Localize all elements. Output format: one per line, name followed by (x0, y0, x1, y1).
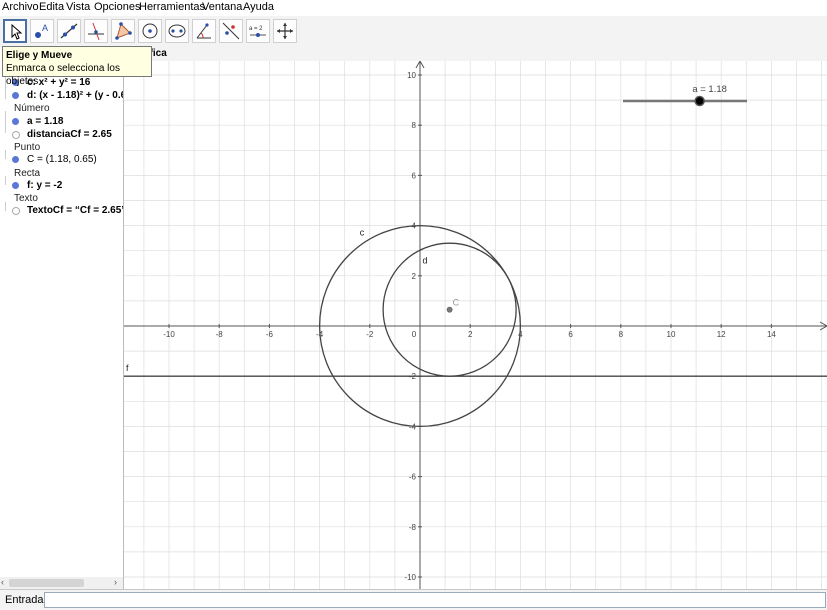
input-bar: Entrada: (0, 589, 827, 610)
tool-tooltip: Elige y Mueve Enmarca o selecciona los o… (2, 46, 152, 87)
y-tick-label: -8 (409, 523, 417, 532)
toolbar: A a = 2 (0, 16, 827, 48)
line-f-label: f (126, 363, 129, 373)
circle-c-label: c (360, 228, 365, 238)
slider-label: a = 1.18 (692, 84, 727, 95)
angle-tool-button[interactable] (192, 19, 216, 43)
svg-text:A: A (42, 23, 48, 33)
algebra-view: c: x² + y² = 16 d: (x - 1.18)² + (y - 0.… (0, 47, 124, 589)
tree-line (5, 111, 6, 133)
move-view-tool-button[interactable] (273, 19, 297, 43)
x-tick-label: 6 (568, 330, 573, 339)
line-tool-button[interactable] (57, 19, 81, 43)
tooltip-text: Enmarca o selecciona los objetos (6, 63, 120, 87)
circle-icon (142, 23, 158, 39)
scrollbar-thumb[interactable] (9, 579, 84, 587)
visibility-dot[interactable] (12, 182, 19, 189)
cursor-arrow-icon (11, 23, 23, 40)
y-tick-label: 8 (412, 121, 417, 130)
y-tick-label: -6 (409, 473, 417, 482)
x-tick-label: 8 (619, 330, 624, 339)
reflect-tool-button[interactable] (219, 19, 243, 43)
tree-line (5, 150, 6, 159)
tree-line (5, 202, 6, 211)
polygon-tool-button[interactable] (111, 19, 135, 43)
menu-bar: Archivo Edita Vista Opciones Herramienta… (0, 0, 827, 16)
x-tick-label: 14 (767, 330, 776, 339)
algebra-item-textocf[interactable]: TextoCf = “Cf = 2.65” (27, 205, 123, 216)
x-tick-label: 12 (717, 330, 726, 339)
slider-icon: a = 2 (249, 26, 266, 37)
x-tick-label: -8 (216, 330, 224, 339)
input-field[interactable] (44, 592, 826, 608)
move-tool-button[interactable] (3, 19, 27, 43)
menu-ventana[interactable]: Ventana (202, 1, 242, 13)
algebra-item-a[interactable]: a = 1.18 (27, 116, 63, 127)
y-tick-label: -10 (404, 573, 416, 582)
x-tick-label: 2 (468, 330, 473, 339)
x-tick-label: -10 (163, 330, 175, 339)
x-tick-label: 0 (412, 330, 417, 339)
menu-ayuda[interactable]: Ayuda (243, 1, 274, 13)
algebra-category-texto[interactable]: Texto (14, 193, 38, 204)
slider-knob[interactable] (694, 95, 705, 107)
point-icon: A (35, 23, 48, 38)
input-label: Entrada: (5, 594, 47, 606)
move-arrows-icon (277, 23, 293, 39)
algebra-item-f[interactable]: f: y = -2 (27, 180, 62, 191)
algebra-category-numero[interactable]: Número (14, 103, 50, 114)
line-icon (60, 23, 78, 39)
slider-tool-button[interactable]: a = 2 (246, 19, 270, 43)
menu-opciones[interactable]: Opciones (94, 1, 140, 13)
x-tick-label: -2 (366, 330, 374, 339)
algebra-item-point-c[interactable]: C = (1.18, 0.65) (27, 154, 97, 165)
y-tick-label: 2 (412, 272, 417, 281)
algebra-item-d[interactable]: d: (x - 1.18)² + (y - 0.6 (27, 90, 123, 101)
tooltip-title: Elige y Mueve (6, 50, 73, 61)
visibility-dot[interactable] (12, 156, 19, 163)
menu-edita[interactable]: Edita (39, 1, 64, 13)
polygon-icon (115, 22, 132, 40)
algebra-horizontal-scrollbar[interactable]: ‹ › (0, 577, 123, 589)
menu-vista[interactable]: Vista (66, 1, 90, 13)
perpendicular-tool-button[interactable] (84, 19, 108, 43)
perpendicular-icon (88, 22, 104, 41)
algebra-item-distanciacf[interactable]: distanciaCf = 2.65 (27, 129, 112, 140)
y-tick-label: 6 (412, 171, 417, 180)
x-tick-label: 10 (667, 330, 676, 339)
tree-line (5, 176, 6, 185)
menu-archivo[interactable]: Archivo (2, 1, 39, 13)
svg-text:a = 2: a = 2 (249, 26, 263, 32)
visibility-dot-hidden[interactable] (12, 207, 20, 215)
x-tick-label: -6 (266, 330, 274, 339)
point-c-label: C (453, 298, 460, 308)
algebra-category-punto[interactable]: Punto (14, 142, 40, 153)
conic-tool-button[interactable] (165, 19, 189, 43)
scroll-left-icon[interactable]: ‹ (1, 577, 4, 587)
visibility-dot[interactable] (12, 92, 19, 99)
graphics-view[interactable]: -10-8-6-4-202468101214-10-8-6-4-2246810f… (124, 59, 827, 589)
scroll-right-icon[interactable]: › (114, 577, 117, 587)
reflect-icon (222, 22, 240, 40)
point-c (446, 306, 453, 313)
ellipse-icon (168, 24, 186, 38)
visibility-dot-hidden[interactable] (12, 131, 20, 139)
y-tick-label: 10 (407, 71, 416, 80)
algebra-category-recta[interactable]: Recta (14, 168, 40, 179)
circle-tool-button[interactable] (138, 19, 162, 43)
graphics-canvas[interactable]: -10-8-6-4-202468101214-10-8-6-4-2246810f… (124, 59, 827, 589)
point-tool-button[interactable]: A (30, 19, 54, 43)
visibility-dot[interactable] (12, 118, 19, 125)
menu-herramientas[interactable]: Herramientas (139, 1, 205, 13)
graphics-view-title: a Gráfica (124, 47, 827, 61)
angle-icon (196, 23, 211, 39)
circle-d-label: d (423, 255, 428, 265)
